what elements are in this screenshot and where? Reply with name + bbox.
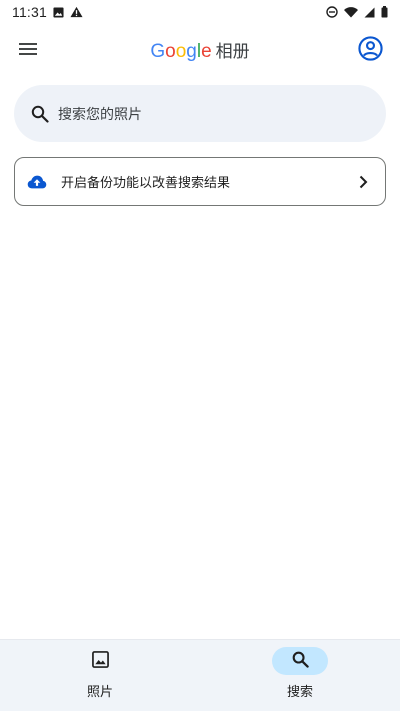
wifi-icon [344,6,358,18]
status-time: 11:31 [12,4,47,20]
cloud-upload-icon [26,171,48,193]
account-button[interactable] [354,34,386,66]
search-input[interactable]: 搜索您的照片 [14,85,386,142]
logo-letter: e [201,41,212,62]
backup-prompt-text: 开启备份功能以改善搜索结果 [61,176,231,191]
nav-icon-container [72,647,128,675]
product-name: 相册 [215,42,250,62]
menu-button[interactable] [12,34,44,66]
photo-icon [91,650,109,672]
battery-icon [381,6,388,18]
bottom-navigation: 照片 搜索 [0,639,400,711]
logo-letter: o [165,41,176,62]
nav-item-search[interactable]: 搜索 [200,640,400,711]
signal-icon [364,7,375,18]
app-title: Google 相册 [150,37,249,63]
nav-icon-container [272,647,328,675]
logo-letter: o [175,41,187,62]
status-left: 11:31 [12,4,83,20]
logo-letter: G [150,41,166,62]
account-circle-icon [357,35,383,65]
google-logo: Google [150,40,211,63]
nav-item-photos[interactable]: 照片 [0,640,200,711]
nav-label: 照片 [86,685,113,700]
nav-label: 搜索 [286,685,313,700]
hamburger-menu-icon [19,41,37,60]
status-right [326,6,388,18]
chevron-right-icon [355,174,371,190]
do-not-disturb-icon [326,6,338,18]
app-bar: Google 相册 [0,26,400,74]
enable-backup-card[interactable]: 开启备份功能以改善搜索结果 [14,157,386,206]
logo-letter: g [186,41,197,62]
search-placeholder: 搜索您的照片 [58,106,142,123]
search-icon [30,104,50,124]
search-icon [292,651,309,672]
status-bar: 11:31 [0,0,400,24]
photo-notification-icon [53,6,64,18]
warning-icon [70,6,83,18]
